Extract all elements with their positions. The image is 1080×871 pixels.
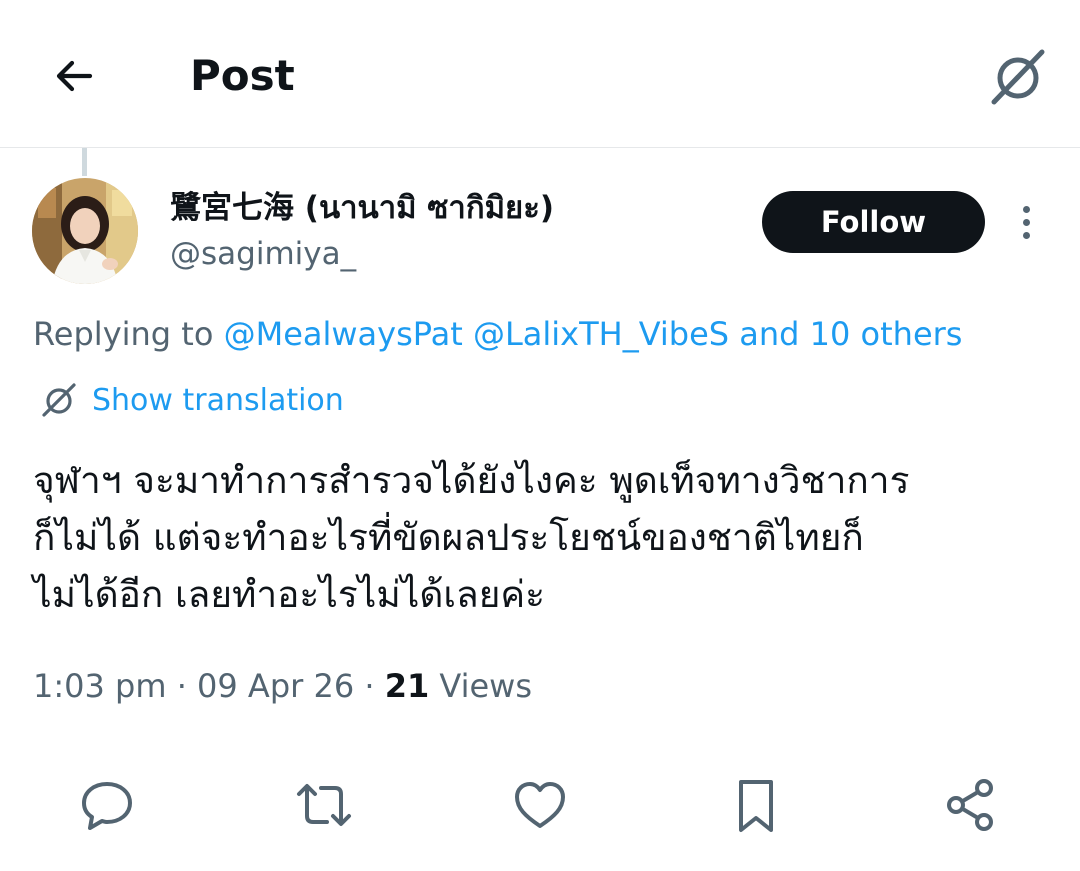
top-bar: Post [0, 0, 1080, 148]
bookmark-button[interactable] [721, 770, 791, 840]
like-button[interactable] [505, 770, 575, 840]
replying-to: Replying to @MealwaysPat @LalixTH_VibeS … [33, 312, 962, 356]
tweet-date[interactable]: 09 Apr 26 [197, 667, 354, 705]
show-translation-label: Show translation [92, 382, 344, 418]
bookmark-icon [739, 780, 773, 832]
like-icon [515, 782, 565, 828]
views-count: 21 [384, 667, 430, 705]
repost-icon [297, 784, 351, 826]
repost-button[interactable] [289, 770, 359, 840]
reply-icon [82, 782, 132, 830]
replying-to-mentions[interactable]: @MealwaysPat @LalixTH_VibeS and 10 other… [224, 315, 963, 353]
share-icon [947, 779, 993, 831]
translate-icon [991, 49, 1045, 105]
avatar[interactable] [32, 178, 138, 284]
show-translation-link[interactable]: Show translation [40, 378, 344, 422]
back-button[interactable] [44, 46, 104, 106]
author-handle[interactable]: @sagimiya_ [170, 234, 356, 274]
tweet-text-line: ไม่ได้อีก เลยทำอะไรไม่ได้เลยค่ะ [33, 573, 546, 616]
views-label: Views [439, 667, 532, 705]
translate-icon [42, 383, 76, 417]
meta-separator: · [364, 667, 375, 705]
follow-button[interactable]: Follow [762, 191, 985, 253]
tweet-text-line: ก็ไม่ได้ แต่จะทำอะไรที่ขัดผลประโยชน์ของช… [33, 516, 864, 559]
tweet-text: จุฬาฯ จะมาทำการสำรวจได้ยังไงคะ พูดเท็จทา… [33, 452, 1063, 623]
more-dot [1022, 231, 1030, 239]
more-dot [1022, 218, 1030, 226]
action-bar [0, 770, 1080, 840]
author-display-name[interactable]: 鷺宮七海 (นานามิ ซากิมิยะ) [170, 188, 554, 228]
meta-separator: · [176, 667, 187, 705]
arrow-left-icon [56, 60, 93, 92]
page-title: Post [190, 51, 295, 100]
tweet-time[interactable]: 1:03 pm [33, 667, 167, 705]
more-options-button[interactable] [1008, 198, 1044, 246]
more-dot [1022, 205, 1030, 213]
tweet-text-line: จุฬาฯ จะมาทำการสำรวจได้ยังไงคะ พูดเท็จทา… [33, 459, 910, 502]
tweet-meta: 1:03 pm · 09 Apr 26 · 21 Views [33, 664, 532, 708]
replying-to-label: Replying to [33, 315, 214, 353]
translate-button[interactable] [982, 40, 1054, 112]
share-button[interactable] [936, 770, 1006, 840]
thread-line [82, 148, 87, 176]
reply-button[interactable] [72, 770, 142, 840]
